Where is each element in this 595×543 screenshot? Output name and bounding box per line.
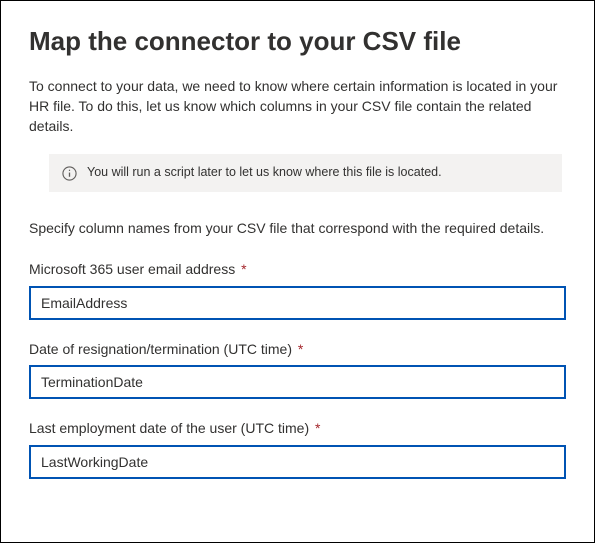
- field-label-text: Last employment date of the user (UTC ti…: [29, 420, 309, 436]
- page-title: Map the connector to your CSV file: [29, 25, 566, 58]
- field-termination: Date of resignation/termination (UTC tim…: [29, 340, 566, 400]
- field-label-lastworking: Last employment date of the user (UTC ti…: [29, 419, 566, 439]
- required-asterisk: *: [294, 341, 303, 357]
- info-banner: You will run a script later to let us kn…: [49, 154, 562, 192]
- field-label-text: Date of resignation/termination (UTC tim…: [29, 341, 292, 357]
- field-label-termination: Date of resignation/termination (UTC tim…: [29, 340, 566, 360]
- info-banner-text: You will run a script later to let us kn…: [87, 164, 442, 182]
- required-asterisk: *: [237, 261, 246, 277]
- email-column-input[interactable]: [29, 286, 566, 320]
- section-instruction: Specify column names from your CSV file …: [29, 218, 566, 238]
- required-asterisk: *: [311, 420, 320, 436]
- field-label-text: Microsoft 365 user email address: [29, 261, 235, 277]
- field-email: Microsoft 365 user email address *: [29, 260, 566, 320]
- field-label-email: Microsoft 365 user email address *: [29, 260, 566, 280]
- info-icon: [61, 165, 77, 181]
- field-lastworking: Last employment date of the user (UTC ti…: [29, 419, 566, 479]
- lastworking-column-input[interactable]: [29, 445, 566, 479]
- termination-column-input[interactable]: [29, 365, 566, 399]
- intro-text: To connect to your data, we need to know…: [29, 76, 566, 137]
